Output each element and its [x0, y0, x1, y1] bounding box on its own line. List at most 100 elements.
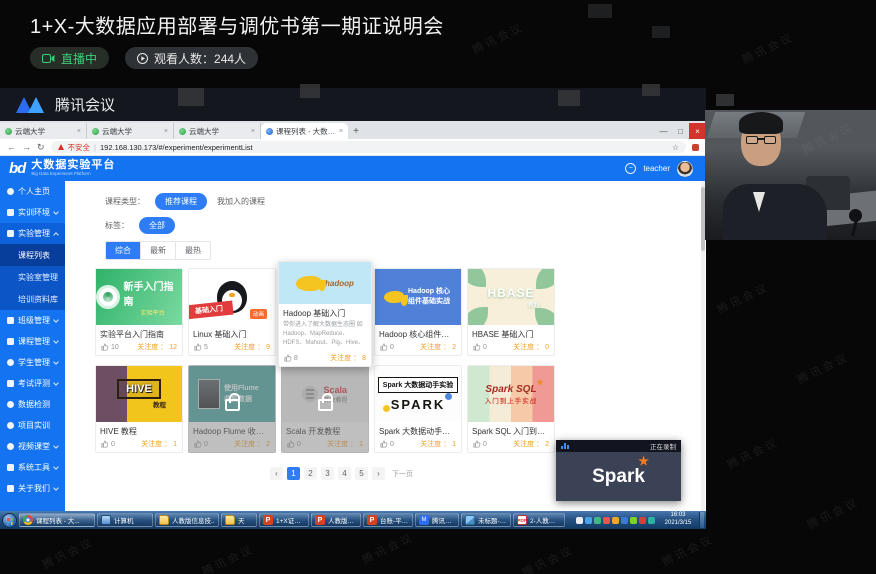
prev-page-button[interactable]: ‹	[270, 467, 283, 480]
course-title[interactable]: HBASE 基础入门	[468, 325, 554, 340]
tab-close-icon[interactable]: ×	[251, 128, 255, 135]
notification-icon[interactable]: −	[625, 163, 636, 174]
extension-icon[interactable]	[692, 144, 699, 151]
likes[interactable]: 10	[101, 343, 119, 351]
show-desktop-button[interactable]	[699, 512, 704, 528]
sidebar-item-home[interactable]: 个人主页	[0, 181, 65, 202]
close-button[interactable]: ×	[689, 123, 706, 139]
taskbar-meeting-button[interactable]: M腾讯会议	[415, 513, 459, 527]
browser-tab-active[interactable]: 课程列表 - 大数据实验平台 ×	[261, 123, 348, 139]
tray-icon[interactable]	[594, 517, 601, 524]
new-tab-button[interactable]: +	[348, 123, 364, 139]
sidebar-item-about[interactable]: 关于我们	[0, 478, 65, 499]
taskbar-powerpoint-button[interactable]: P台账-平台数..	[363, 513, 413, 527]
page-button-5[interactable]: 5	[355, 467, 368, 480]
taskbar-folder-button[interactable]: 天	[221, 513, 257, 527]
likes[interactable]: 5	[194, 343, 208, 351]
course-title[interactable]: Hadoop 基础入门	[279, 304, 371, 319]
tray-icon[interactable]	[639, 517, 646, 524]
course-title[interactable]: Spark 大数据动手实验	[375, 422, 461, 437]
tray-icon[interactable]	[585, 517, 592, 524]
tray-icon[interactable]	[612, 517, 619, 524]
tray-icon[interactable]	[621, 517, 628, 524]
next-page-button[interactable]: ›	[372, 467, 385, 480]
sidebar-item-course-mgmt[interactable]: 课程管理	[0, 331, 65, 352]
course-card[interactable]: Hadoop 核心组件基础实战 Hadoop 核心组件基础实战 0 关注度 ：2	[374, 268, 462, 356]
sidebar-item-experiment-mgmt[interactable]: 实验管理	[0, 223, 65, 244]
likes[interactable]: 0	[101, 440, 115, 448]
username-label[interactable]: teacher	[643, 164, 670, 173]
forward-icon[interactable]: →	[22, 143, 31, 152]
sidebar-subitem-course-list[interactable]: 课程列表	[0, 244, 65, 266]
start-button[interactable]	[2, 513, 17, 528]
tray-icon[interactable]	[603, 517, 610, 524]
course-card[interactable]: Spark 大数据动手实验 SPARK Spark 大数据动手实验 0 关注度 …	[374, 365, 462, 453]
sidebar-item-exam[interactable]: 考试评测	[0, 373, 65, 394]
reload-icon[interactable]: ↻	[37, 143, 45, 152]
taskbar-pdf-button[interactable]: PDF2-人教版信息..	[513, 513, 565, 527]
tab-close-icon[interactable]: ×	[164, 128, 168, 135]
tab-close-icon[interactable]: ×	[339, 128, 343, 135]
maximize-button[interactable]: □	[672, 123, 689, 139]
filter-tag-all[interactable]: 全部	[139, 217, 175, 234]
course-card-locked[interactable]: 使用Flume 收集数据 Hadoop Flume 收集数据.. 0 关注度 ：…	[188, 365, 276, 453]
page-button-2[interactable]: 2	[304, 467, 317, 480]
course-card[interactable]: Spark SQL 入门到上手实战 Spark SQL 入门到上手实战 0 关注…	[467, 365, 555, 453]
sidebar-item-class-mgmt[interactable]: 班级管理	[0, 310, 65, 331]
back-icon[interactable]: ←	[7, 143, 16, 152]
tab-close-icon[interactable]: ×	[77, 128, 81, 135]
filter-recommended-courses[interactable]: 推荐课程	[155, 193, 207, 210]
page-button-3[interactable]: 3	[321, 467, 334, 480]
page-button-1[interactable]: 1	[287, 467, 300, 480]
course-card[interactable]: 基础入门 动画 Linux 基础入门 5 关注度 ：9	[188, 268, 276, 356]
course-card[interactable]: 新手入门指南实验平台 实验平台入门指南 10 关注度 ：12	[95, 268, 183, 356]
taskbar-powerpoint-button[interactable]: P1+X证书说明..	[259, 513, 309, 527]
course-title[interactable]: Linux 基础入门	[189, 325, 275, 340]
filter-my-courses[interactable]: 我加入的课程	[217, 196, 265, 207]
spark-video-thumbnail[interactable]: 正在录制 Spark ★	[556, 440, 681, 501]
taskbar-chrome-button[interactable]: 课程列表 - 大...	[19, 513, 95, 527]
browser-tab-2[interactable]: 云端大学 ×	[87, 123, 174, 139]
sort-hottest[interactable]: 最热	[176, 242, 210, 259]
tray-icon[interactable]	[576, 517, 583, 524]
page-button-4[interactable]: 4	[338, 467, 351, 480]
bookmark-star-icon[interactable]: ☆	[672, 143, 679, 152]
course-title[interactable]: HIVE 教程	[96, 422, 182, 437]
sidebar-item-student-mgmt[interactable]: 学生管理	[0, 352, 65, 373]
security-label[interactable]: 不安全	[68, 142, 91, 153]
likes[interactable]: 8	[284, 354, 298, 362]
taskbar-powerpoint-button[interactable]: P人教版信息技..	[311, 513, 361, 527]
sidebar-item-video-class[interactable]: 视频课堂	[0, 436, 65, 457]
tray-icon[interactable]	[648, 517, 655, 524]
sidebar-item-data-monitor[interactable]: 数据检测	[0, 394, 65, 415]
next-page-label[interactable]: 下一页	[392, 469, 413, 479]
tray-icon[interactable]	[630, 517, 637, 524]
sidebar-item-training-env[interactable]: 实训环境	[0, 202, 65, 223]
course-title[interactable]: Hadoop 核心组件基础实战	[375, 325, 461, 340]
sidebar-item-project-training[interactable]: 项目实训	[0, 415, 65, 436]
course-card-locked[interactable]: Scala开发教程 Scala 开发教程 0 关注度 ：1	[281, 365, 369, 453]
browser-tab-1[interactable]: 云端大学 ×	[0, 123, 87, 139]
course-title[interactable]: 实验平台入门指南	[96, 325, 182, 340]
taskbar-computer-button[interactable]: 计算机	[97, 513, 153, 527]
course-card[interactable]: HIVE 教程 HIVE 教程 0 关注度 ：1	[95, 365, 183, 453]
taskbar-folder-button[interactable]: 人教版信息技..	[155, 513, 219, 527]
likes[interactable]: 0	[380, 343, 394, 351]
likes[interactable]: 0	[473, 440, 487, 448]
minimize-button[interactable]: —	[655, 123, 672, 139]
sidebar-item-system-tools[interactable]: 系统工具	[0, 457, 65, 478]
sidebar-subitem-training-library[interactable]: 培训资料库	[0, 288, 65, 310]
course-title[interactable]: Spark SQL 入门到上手实战	[468, 422, 554, 437]
course-card[interactable]: HBASE 教程 HBASE 基础入门 0 关注度 ：0	[467, 268, 555, 356]
address-input[interactable]: 不安全 | 192.168.130.173/#/experiment/exper…	[51, 141, 686, 153]
sort-newest[interactable]: 最新	[141, 242, 176, 259]
sort-comprehensive[interactable]: 综合	[106, 242, 141, 259]
browser-tab-3[interactable]: 云端大学 ×	[174, 123, 261, 139]
likes[interactable]: 0	[380, 440, 394, 448]
taskbar-image-button[interactable]: 未标题-1.jpg	[461, 513, 511, 527]
likes[interactable]: 0	[473, 343, 487, 351]
user-avatar[interactable]	[677, 161, 693, 177]
sidebar-subitem-lab-mgmt[interactable]: 实验室管理	[0, 266, 65, 288]
taskbar-clock[interactable]: 16:03 2021/3/15	[659, 512, 697, 528]
course-card-hovered[interactable]: hadoop Hadoop 基础入门 带你进入了解大数据生态圈 如Hadoop、…	[278, 261, 372, 367]
